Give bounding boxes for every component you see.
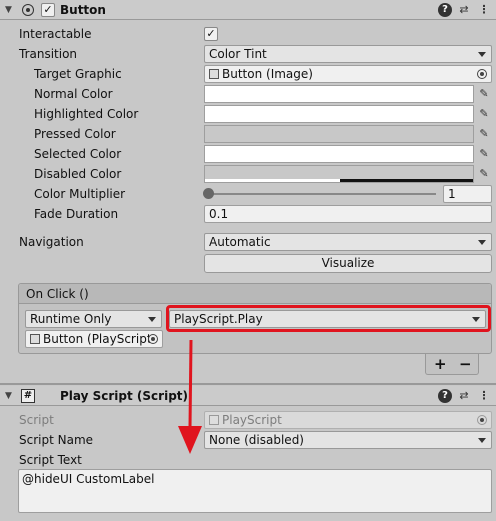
eyedropper-icon[interactable]: ✎ <box>477 87 491 101</box>
arrow-shaft <box>188 339 193 429</box>
visualize-button[interactable]: Visualize <box>204 254 492 273</box>
script-text-area[interactable]: @hideUI CustomLabel <box>18 469 492 513</box>
target-graphic-value: Button (Image) <box>222 67 313 81</box>
runtime-value: Runtime Only <box>30 312 112 326</box>
navigation-dropdown[interactable]: Automatic <box>204 233 492 251</box>
interactable-label: Interactable <box>19 27 92 41</box>
foldout-icon[interactable]: ▼ <box>5 386 12 406</box>
highlighted-color-swatch[interactable] <box>204 105 474 123</box>
settings-icon[interactable]: ⇄ <box>457 3 471 17</box>
red-arrow-annotation <box>178 339 202 454</box>
color-multiplier-input[interactable]: 1 <box>443 185 492 203</box>
on-click-title: On Click () <box>26 287 89 301</box>
help-icon[interactable]: ? <box>438 389 452 403</box>
interactable-checkbox[interactable]: ✓ <box>204 27 218 41</box>
fade-duration-label: Fade Duration <box>34 207 119 221</box>
navigation-value: Automatic <box>209 235 271 249</box>
transition-dropdown[interactable]: Color Tint <box>204 45 492 63</box>
chevron-down-icon <box>478 438 486 443</box>
chevron-down-icon <box>148 317 156 322</box>
script-text-value: @hideUI CustomLabel <box>22 472 155 486</box>
chevron-down-icon <box>478 52 486 57</box>
fade-duration-input[interactable]: 0.1 <box>204 205 492 223</box>
play-script-header: ▼ # Play Script (Script) ? ⇄ ⋮ <box>0 386 496 406</box>
transition-label: Transition <box>19 47 78 61</box>
color-multiplier-slider-thumb[interactable] <box>203 188 214 199</box>
script-label: Script <box>19 413 54 427</box>
script-text-label: Script Text <box>19 453 82 467</box>
eyedropper-icon[interactable]: ✎ <box>477 167 491 181</box>
normal-color-swatch[interactable] <box>204 85 474 103</box>
script-name-value: None (disabled) <box>209 433 304 447</box>
color-multiplier-slider-track[interactable] <box>208 193 436 195</box>
selected-color-label: Selected Color <box>34 147 122 161</box>
target-graphic-field[interactable]: Button (Image) <box>204 65 492 83</box>
target-object-value: Button (PlayScript <box>43 332 152 346</box>
runtime-dropdown[interactable]: Runtime Only <box>25 310 162 328</box>
highlighted-color-label: Highlighted Color <box>34 107 139 121</box>
transition-value: Color Tint <box>209 47 267 61</box>
menu-icon[interactable]: ⋮ <box>478 389 490 403</box>
eyedropper-icon[interactable]: ✎ <box>477 107 491 121</box>
script-value: PlayScript <box>222 413 282 427</box>
help-icon[interactable]: ? <box>438 3 452 17</box>
normal-color-label: Normal Color <box>34 87 113 101</box>
eyedropper-icon[interactable]: ✎ <box>477 127 491 141</box>
remove-button[interactable]: − <box>459 354 472 374</box>
component-enabled-checkbox[interactable]: ✓ <box>41 3 55 17</box>
object-picker-icon <box>477 415 487 425</box>
script-icon: # <box>21 389 35 403</box>
selected-color-swatch[interactable] <box>204 145 474 163</box>
chevron-down-icon <box>478 240 486 245</box>
disabled-color-label: Disabled Color <box>34 167 122 181</box>
add-button[interactable]: + <box>434 354 447 374</box>
eyedropper-icon[interactable]: ✎ <box>477 147 491 161</box>
script-name-dropdown[interactable]: None (disabled) <box>204 431 492 449</box>
settings-icon[interactable]: ⇄ <box>457 389 471 403</box>
component-icon <box>22 4 34 16</box>
object-picker-icon[interactable] <box>148 334 158 344</box>
component-divider <box>0 383 496 385</box>
pressed-color-label: Pressed Color <box>34 127 116 141</box>
target-graphic-label: Target Graphic <box>34 67 122 81</box>
component-title: Play Script (Script) <box>60 389 189 403</box>
script-asset-icon <box>209 415 219 425</box>
script-field: PlayScript <box>204 411 492 429</box>
navigation-label: Navigation <box>19 235 84 249</box>
image-icon <box>209 69 219 79</box>
button-component-header: ▼ ✓ Button ? ⇄ ⋮ <box>0 0 496 20</box>
color-multiplier-label: Color Multiplier <box>34 187 126 201</box>
list-buttons: + − <box>425 354 479 375</box>
pressed-color-swatch[interactable] <box>204 125 474 143</box>
script-object-icon <box>30 334 40 344</box>
on-click-header: On Click () <box>19 284 491 304</box>
target-object-field[interactable]: Button (PlayScript <box>25 330 163 348</box>
menu-icon[interactable]: ⋮ <box>478 3 490 17</box>
object-picker-icon[interactable] <box>477 69 487 79</box>
arrow-head <box>178 426 202 454</box>
disabled-color-swatch[interactable] <box>204 165 474 183</box>
highlight-rectangle <box>166 305 491 332</box>
component-title: Button <box>60 3 106 17</box>
script-name-label: Script Name <box>19 433 94 447</box>
foldout-icon[interactable]: ▼ <box>5 0 12 20</box>
